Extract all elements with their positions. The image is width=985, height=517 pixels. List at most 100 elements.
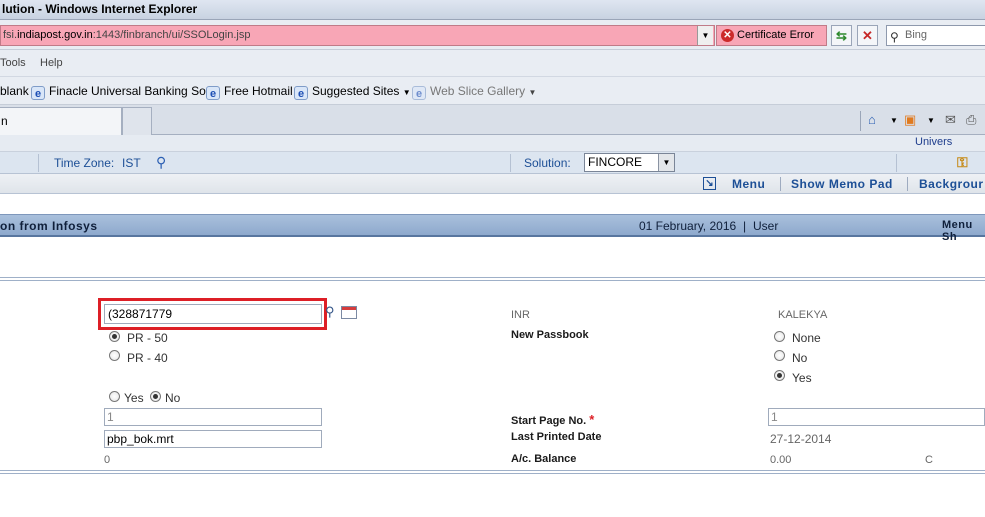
ie-page-icon: e xyxy=(31,86,45,100)
certificate-error-label: Certificate Error xyxy=(737,29,815,41)
start-page-input[interactable]: 1 xyxy=(768,408,985,426)
app-info-bar: Time Zone: IST ⚲ Solution: xyxy=(0,152,985,174)
account-number-input[interactable]: (328871779 xyxy=(104,304,322,324)
menu-help[interactable]: Help xyxy=(40,50,63,77)
universal-link[interactable]: Univers xyxy=(915,136,952,148)
search-icon: ⚲ xyxy=(890,30,899,44)
search-icon[interactable]: ⚲ xyxy=(156,154,166,171)
ie-page-icon: e xyxy=(294,86,308,100)
menu-bar: Tools Help xyxy=(0,50,985,77)
address-path: :1443/finbranch/ui/SSOLogin.jsp xyxy=(92,29,251,41)
timezone-value: IST xyxy=(122,156,141,170)
stop-icon[interactable]: ✕ xyxy=(857,25,878,46)
divider xyxy=(0,470,985,471)
favorite-webslice-label: Web Slice Gallery xyxy=(430,84,526,98)
pr40-label: PR - 40 xyxy=(127,351,168,365)
new-passbook-yes-label: Yes xyxy=(792,371,812,385)
new-tab-button[interactable] xyxy=(122,107,152,135)
new-passbook-yes-radio[interactable] xyxy=(774,370,785,381)
favorite-blank[interactable]: blank xyxy=(0,77,29,105)
timezone-label: Time Zone: xyxy=(54,156,115,170)
certificate-error-button[interactable]: ✕ Certificate Error xyxy=(716,25,827,46)
key-icon[interactable]: ⚿ xyxy=(957,154,968,171)
favorite-finacle[interactable]: e Finacle Universal Banking So... xyxy=(31,77,216,105)
divider xyxy=(0,280,985,281)
last-printed-date-label: Last Printed Date xyxy=(511,431,602,443)
divider xyxy=(780,177,781,191)
solution-selected-value: FINCORE xyxy=(588,155,642,169)
ie-page-icon: e xyxy=(412,86,426,100)
new-passbook-no-label: No xyxy=(792,351,808,365)
chevron-down-icon: ▼ xyxy=(658,154,674,171)
banner-date: 01 February, 2016 xyxy=(639,219,737,233)
ie-page-icon: e xyxy=(206,86,220,100)
field-one-input[interactable]: 1 xyxy=(104,408,322,426)
solution-label: Solution: xyxy=(524,156,571,170)
chevron-down-icon: ▼ xyxy=(402,88,411,97)
window-title: lution - Windows Internet Explorer xyxy=(0,0,985,20)
divider xyxy=(907,177,908,191)
start-page-label: Start Page No. * xyxy=(511,412,594,427)
search-placeholder: Bing xyxy=(905,29,928,41)
pr40-radio[interactable] xyxy=(109,350,120,361)
zero-value: 0 xyxy=(104,454,111,466)
balance-value: 0.00 xyxy=(770,454,792,466)
required-marker: * xyxy=(589,412,595,427)
new-passbook-no-radio[interactable] xyxy=(774,350,785,361)
chevron-down-icon[interactable]: ▼ xyxy=(927,116,935,125)
address-toolbar: fsi.indiapost.gov.in:1443/finbranch/ui/S… xyxy=(0,20,985,50)
divider xyxy=(0,473,985,474)
balance-type: C xyxy=(925,454,933,466)
banner-menu-shortcut[interactable]: Menu Sh xyxy=(942,219,985,243)
customer-name: KALEKYA xyxy=(778,309,828,321)
background-link[interactable]: Backgrour xyxy=(919,177,984,191)
calendar-icon[interactable] xyxy=(341,306,357,319)
chevron-down-icon: ▼ xyxy=(528,88,537,97)
new-passbook-none-label: None xyxy=(792,331,821,345)
mail-icon[interactable]: ✉ xyxy=(945,112,956,128)
certificate-error-icon: ✕ xyxy=(721,29,734,42)
banner-title: on from Infosys xyxy=(0,219,98,233)
address-prefix: fsi. xyxy=(3,29,18,41)
app-links-bar: Menu Show Memo Pad Backgrour xyxy=(0,174,985,194)
report-file-input[interactable]: pbp_bok.mrt xyxy=(104,430,322,448)
favorite-finacle-label: Finacle Universal Banking So... xyxy=(49,84,216,98)
balance-label: A/c. Balance xyxy=(511,453,577,465)
solution-select[interactable]: FINCORE ▼ xyxy=(584,153,675,172)
home-icon[interactable]: ⌂ xyxy=(868,112,876,127)
search-input[interactable]: ⚲ Bing xyxy=(886,25,985,46)
pr50-label: PR - 50 xyxy=(127,331,168,345)
menu-tools[interactable]: Tools xyxy=(0,50,26,77)
print-icon[interactable]: ⎙ xyxy=(966,112,976,128)
address-bar[interactable]: fsi.indiapost.gov.in:1443/finbranch/ui/S… xyxy=(0,25,715,46)
feeds-icon[interactable]: ▣ xyxy=(904,112,916,128)
chevron-down-icon[interactable]: ▼ xyxy=(890,116,898,125)
menu-arrow-icon[interactable]: ↘ xyxy=(703,177,716,190)
currency-value: INR xyxy=(511,309,530,321)
new-passbook-label: New Passbook xyxy=(511,329,589,341)
favorite-hotmail[interactable]: e Free Hotmail xyxy=(206,77,293,105)
favorite-web-slice-gallery[interactable]: e Web Slice Gallery ▼ xyxy=(412,77,536,107)
refresh-icon[interactable]: ⇆ xyxy=(831,25,852,46)
pr50-radio[interactable] xyxy=(109,331,120,342)
yes-label: Yes xyxy=(124,391,144,405)
start-page-label-text: Start Page No. xyxy=(511,415,587,427)
yes-radio[interactable] xyxy=(109,391,120,402)
divider xyxy=(38,154,39,172)
app-banner: on from Infosys 01 February, 2016 | User… xyxy=(0,214,985,243)
address-dropdown-icon[interactable]: ▼ xyxy=(697,26,713,45)
address-host: indiapost.gov.in xyxy=(17,29,93,41)
tab-active[interactable]: n xyxy=(0,107,122,135)
favorite-hotmail-label: Free Hotmail xyxy=(224,84,293,98)
no-radio[interactable] xyxy=(150,391,161,402)
divider xyxy=(896,154,897,172)
menu-link[interactable]: Menu xyxy=(732,177,765,191)
divider xyxy=(510,154,511,172)
last-printed-date-value: 27-12-2014 xyxy=(770,432,832,446)
favorite-suggested-sites[interactable]: e Suggested Sites ▼ xyxy=(294,77,411,107)
show-memo-pad-link[interactable]: Show Memo Pad xyxy=(791,177,893,191)
no-label: No xyxy=(165,391,181,405)
search-icon[interactable]: ⚲ xyxy=(325,304,335,320)
new-passbook-none-radio[interactable] xyxy=(774,331,785,342)
banner-user: User xyxy=(753,219,779,233)
